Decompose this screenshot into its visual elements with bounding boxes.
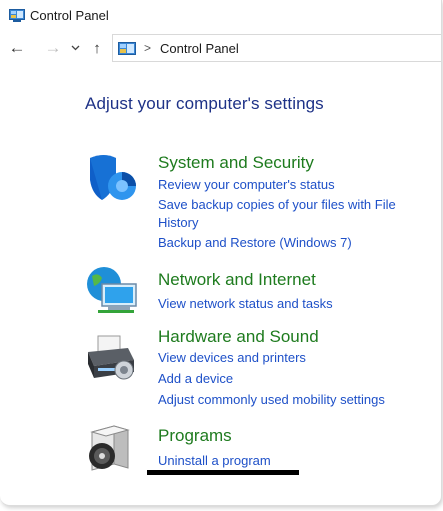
window-title: Control Panel <box>30 7 109 23</box>
address-bar[interactable]: > Control Panel <box>112 34 441 62</box>
control-panel-icon <box>9 8 25 22</box>
link-backup-restore[interactable]: Backup and Restore (Windows 7) <box>158 233 352 252</box>
chevron-down-icon <box>71 45 79 51</box>
category-title-network-and-internet[interactable]: Network and Internet <box>158 270 316 290</box>
link-view-devices-printers[interactable]: View devices and printers <box>158 348 306 367</box>
link-save-backup-copies[interactable]: Save backup copies of your files with Fi… <box>158 195 396 214</box>
title-bar: Control Panel <box>0 0 441 30</box>
category-title-system-and-security[interactable]: System and Security <box>158 153 314 173</box>
link-add-device[interactable]: Add a device <box>158 369 233 388</box>
link-view-network-status[interactable]: View network status and tasks <box>158 294 333 313</box>
page-heading: Adjust your computer's settings <box>85 94 324 113</box>
category-title-programs[interactable]: Programs <box>158 426 232 446</box>
breadcrumb-separator: > <box>144 41 152 55</box>
control-panel-window: Control Panel ← → ↑ > Control Panel Adju… <box>0 0 442 506</box>
link-mobility-settings[interactable]: Adjust commonly used mobility settings <box>158 390 385 409</box>
control-panel-icon <box>118 41 136 55</box>
forward-button[interactable]: → <box>42 36 64 60</box>
navigation-bar: ← → ↑ > Control Panel <box>0 33 441 63</box>
shield-icon[interactable] <box>84 150 140 206</box>
up-button[interactable]: ↑ <box>86 36 108 60</box>
recent-locations-button[interactable] <box>66 36 84 60</box>
back-button[interactable]: ← <box>6 36 28 60</box>
network-globe-icon[interactable] <box>84 262 140 318</box>
underline-bar <box>147 470 299 475</box>
printer-icon[interactable] <box>84 330 140 386</box>
link-review-status[interactable]: Review your computer's status <box>158 175 335 194</box>
link-save-backup-copies-cont[interactable]: History <box>158 213 198 232</box>
link-uninstall-program[interactable]: Uninstall a program <box>158 451 271 470</box>
category-title-hardware-and-sound[interactable]: Hardware and Sound <box>158 327 319 347</box>
breadcrumb-control-panel[interactable]: Control Panel <box>160 41 239 56</box>
programs-disc-icon[interactable] <box>84 420 140 476</box>
